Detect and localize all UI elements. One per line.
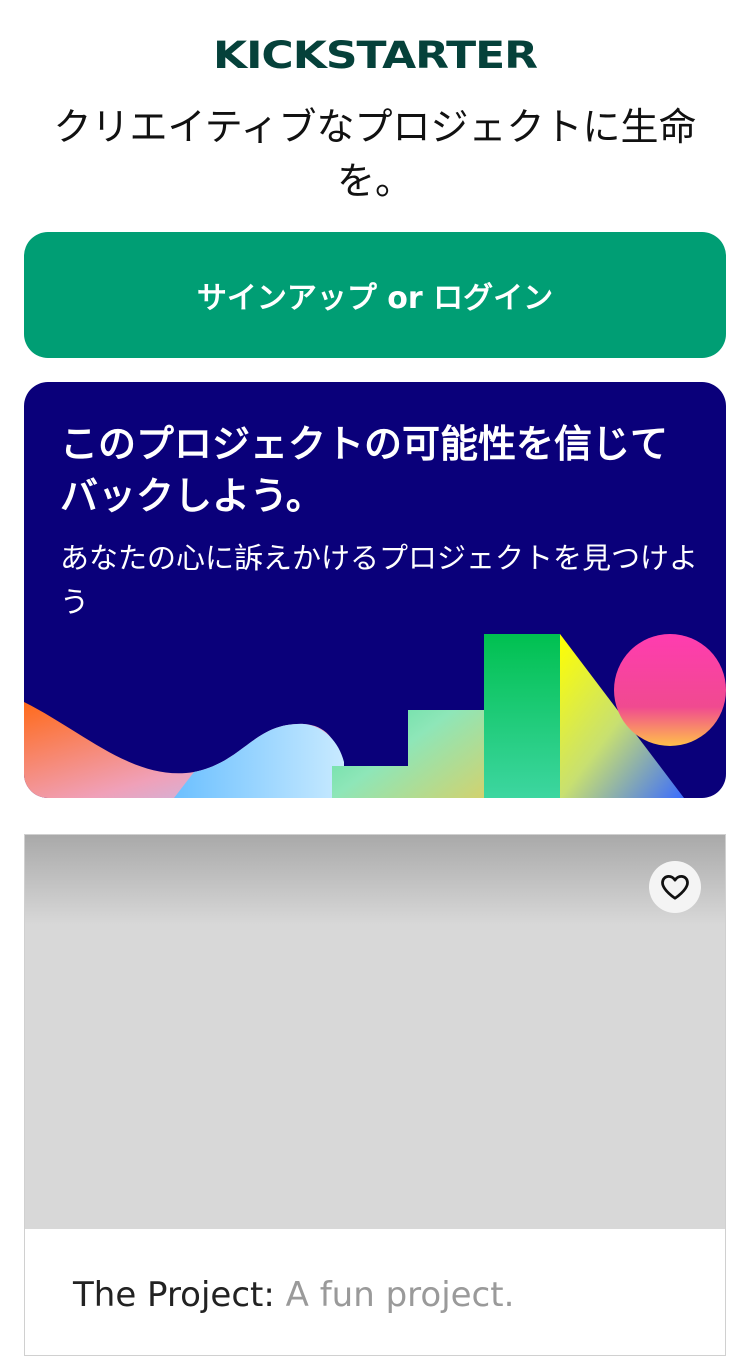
kickstarter-logo: KICKSTARTER <box>212 33 538 78</box>
project-name: The Project: <box>73 1275 275 1315</box>
signup-login-button[interactable]: サインアップ or ログイン <box>24 232 726 358</box>
project-image-placeholder[interactable] <box>25 835 725 1229</box>
project-description: A fun project. <box>285 1275 515 1315</box>
tagline: クリエイティブなプロジェクトに生命を。 <box>53 105 697 203</box>
promo-title: このプロジェクトの可能性を信じてバックしよう。 <box>60 422 669 518</box>
save-project-button[interactable] <box>649 861 701 913</box>
project-title[interactable]: The Project: A fun project. <box>73 1275 514 1315</box>
promo-subtitle: あなたの心に訴えかけるプロジェクトを見つけよう <box>60 541 699 619</box>
heart-icon <box>661 875 689 900</box>
promo-banner[interactable]: このプロジェクトの可能性を信じてバックしよう。 あなたの心に訴えかけるプロジェク… <box>24 382 726 798</box>
project-card[interactable]: The Project: A fun project. <box>24 834 726 1356</box>
